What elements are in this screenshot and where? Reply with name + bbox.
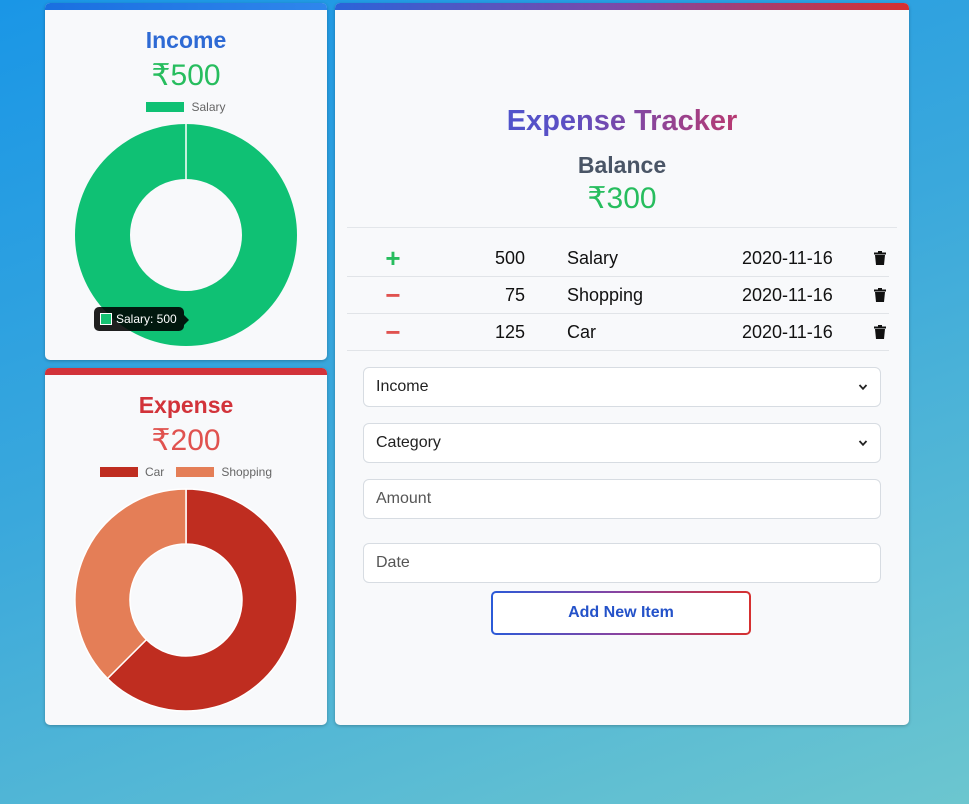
tooltip-text: Salary: 500	[116, 312, 177, 326]
expense-minus-icon: −	[385, 317, 401, 347]
add-new-item-button[interactable]: Add New Item	[491, 591, 751, 635]
category-select-value: Category	[376, 434, 441, 451]
type-select[interactable]: Income	[363, 367, 881, 407]
transaction-category: Salary	[567, 248, 619, 268]
income-amount: ₹500	[151, 59, 221, 92]
expense-title: Expense	[138, 392, 234, 418]
income-card: Income ₹500 Salary Salary: 500	[45, 3, 327, 360]
income-title: Income	[145, 27, 227, 53]
transaction-row: − 125 Car 2020-11-16	[347, 314, 889, 351]
transaction-date: 2020-11-16	[742, 248, 833, 268]
legend-item-salary[interactable]: Salary	[146, 100, 226, 114]
transaction-row: + 500 Salary 2020-11-16	[347, 240, 889, 277]
legend-swatch	[176, 467, 215, 477]
income-legend: Salary	[45, 100, 327, 114]
transaction-amount: 125	[494, 322, 525, 342]
transaction-list: + 500 Salary 2020-11-16 − 75 Shopping 20…	[347, 240, 889, 351]
trash-icon[interactable]	[872, 277, 888, 313]
balance-label: Balance	[577, 152, 667, 178]
donut-slice-shopping[interactable]	[74, 488, 187, 680]
expense-card-accent-bar	[45, 368, 327, 375]
expense-legend: Car Shopping	[45, 465, 327, 479]
expense-card: Expense ₹200 Car Shopping	[45, 368, 327, 725]
transaction-date: 2020-11-16	[742, 322, 833, 342]
expense-donut-chart	[74, 488, 298, 712]
chart-tooltip: Salary: 500	[94, 307, 189, 331]
trash-icon[interactable]	[872, 240, 888, 276]
transaction-category: Shopping	[567, 285, 644, 305]
app-title: Expense Tracker	[335, 105, 909, 138]
balance-amount: ₹300	[587, 182, 657, 215]
transaction-category: Car	[567, 322, 597, 342]
transaction-row: − 75 Shopping 2020-11-16	[347, 277, 889, 314]
amount-placeholder: Amount	[376, 490, 432, 507]
income-plus-icon: +	[385, 243, 401, 273]
trash-icon[interactable]	[872, 314, 888, 350]
legend-swatch	[146, 102, 185, 112]
tooltip-swatch	[100, 313, 112, 325]
category-select[interactable]: Category	[363, 423, 881, 463]
tracker-card: Expense Tracker Balance ₹300 + 500 Salar…	[335, 3, 909, 725]
transaction-amount: 75	[504, 285, 525, 305]
transaction-date: 2020-11-16	[742, 285, 833, 305]
legend-label: Salary	[191, 100, 226, 114]
amount-input[interactable]: Amount	[363, 479, 881, 519]
legend-label: Shopping	[221, 465, 273, 479]
chevron-down-icon	[858, 384, 868, 391]
tracker-card-accent-bar	[335, 3, 909, 10]
transaction-amount: 500	[494, 248, 525, 268]
income-card-accent-bar	[45, 3, 327, 10]
legend-item-shopping[interactable]: Shopping	[176, 465, 272, 479]
expense-amount: ₹200	[151, 424, 221, 457]
date-placeholder: Date	[376, 554, 410, 571]
legend-swatch	[99, 467, 138, 477]
legend-item-car[interactable]: Car	[99, 465, 165, 479]
chevron-down-icon	[858, 440, 868, 447]
type-select-value: Income	[376, 378, 429, 395]
legend-label: Car	[144, 465, 165, 479]
expense-minus-icon: −	[385, 280, 401, 310]
date-input[interactable]: Date	[363, 543, 881, 583]
divider	[347, 227, 897, 228]
